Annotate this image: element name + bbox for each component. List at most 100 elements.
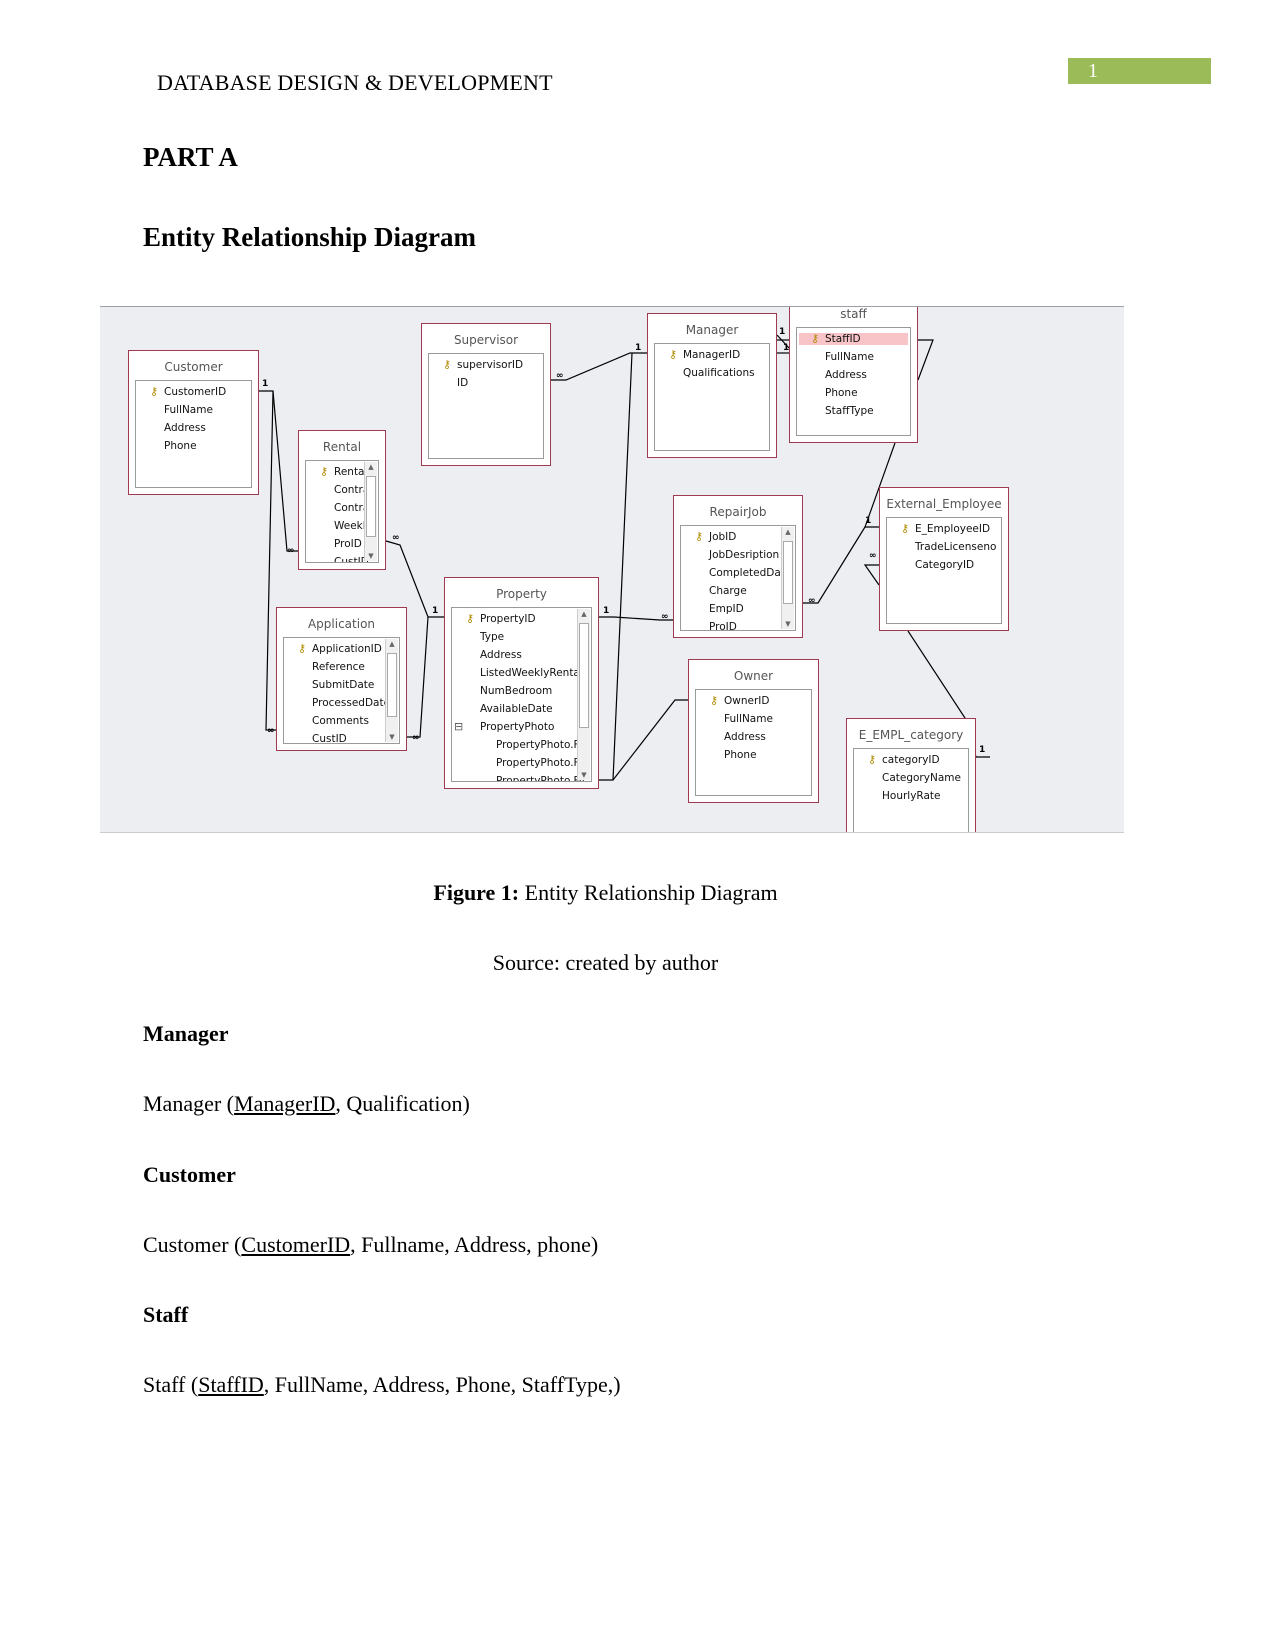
- field-custid[interactable]: CustID: [312, 733, 347, 743]
- relation-prefix: Manager (: [143, 1091, 235, 1116]
- entity-property[interactable]: Property PropertyID ⚷ Type Address ListedWeek…: [444, 577, 599, 789]
- scrollbar[interactable]: ▲ ▼: [781, 527, 794, 629]
- field-phone[interactable]: Phone: [724, 749, 757, 761]
- field-jobdesription[interactable]: JobDesription: [709, 549, 779, 561]
- scroll-up-icon[interactable]: ▲: [578, 610, 590, 618]
- primary-key-icon: ⚷: [901, 522, 910, 535]
- field-stafftype[interactable]: StaffType: [825, 405, 874, 417]
- field-propertyphoto[interactable]: PropertyPhoto: [480, 721, 554, 733]
- field-address[interactable]: Address: [724, 731, 766, 743]
- entity-title: Rental: [322, 440, 362, 454]
- figure-label: Figure 1:: [433, 880, 520, 905]
- cardinality-many: ∞: [869, 551, 877, 561]
- cardinality-one: 1: [603, 606, 609, 616]
- field-numbedroom[interactable]: NumBedroom: [480, 685, 552, 697]
- primary-key: CustomerID: [241, 1232, 351, 1257]
- field-processeddate[interactable]: ProcessedDate: [312, 697, 390, 709]
- field-tradelicenseno[interactable]: TradeLicenseno: [915, 541, 996, 553]
- scrollbar[interactable]: ▲ ▼: [385, 639, 398, 742]
- field-propertyphoto-fil[interactable]: PropertyPhoto.Fil: [496, 775, 585, 781]
- field-availabledate[interactable]: AvailableDate: [480, 703, 553, 715]
- entity-staff[interactable]: staff StaffID ⚷ FullName Address Phone StaffTy…: [789, 307, 918, 443]
- field-list: ApplicationID ⚷ Reference SubmitDate Process…: [283, 637, 400, 744]
- scrollbar[interactable]: ▲ ▼: [364, 462, 377, 561]
- field-categoryid[interactable]: categoryID: [882, 754, 940, 766]
- relationship-line-application-property: [407, 616, 429, 738]
- scrollbar[interactable]: ▲ ▼: [577, 609, 590, 780]
- field-propertyphoto-fil[interactable]: PropertyPhoto.Fil: [496, 739, 585, 751]
- field-supervisorid[interactable]: supervisorID: [457, 359, 523, 371]
- field-comments[interactable]: Comments: [312, 715, 369, 727]
- field-weekl[interactable]: Weekl: [334, 520, 366, 532]
- entity-rental[interactable]: Rental Rental ⚷ Contra Contra Weekl ProID CustI…: [298, 430, 386, 570]
- field-address[interactable]: Address: [164, 422, 206, 434]
- scroll-thumb[interactable]: [387, 653, 397, 717]
- field-propertyphoto-fil[interactable]: PropertyPhoto.Fil: [496, 757, 585, 769]
- field-rental[interactable]: Rental: [334, 466, 367, 478]
- scroll-up-icon[interactable]: ▲: [386, 640, 398, 648]
- primary-key-icon: ⚷: [868, 753, 877, 766]
- field-fullname[interactable]: FullName: [164, 404, 213, 416]
- scroll-down-icon[interactable]: ▼: [782, 620, 794, 628]
- collapse-icon[interactable]: ⊟: [454, 720, 463, 733]
- field-id[interactable]: ID: [457, 377, 468, 389]
- field-proid[interactable]: ProID: [334, 538, 362, 550]
- scroll-down-icon[interactable]: ▼: [578, 771, 590, 779]
- field-hourlyrate[interactable]: HourlyRate: [882, 790, 941, 802]
- field-submitdate[interactable]: SubmitDate: [312, 679, 374, 691]
- er-diagram: 1 ∞ ∞ ∞ ∞ 1 ∞ 1 1 ∞ 1 1 ∞ ∞ 1 1 Customer CustomerID ⚷ Full…: [100, 296, 1124, 839]
- field-qualifications[interactable]: Qualifications: [683, 367, 755, 379]
- figure-title: Entity Relationship Diagram: [519, 880, 778, 905]
- scroll-down-icon[interactable]: ▼: [386, 733, 398, 741]
- scroll-down-icon[interactable]: ▼: [365, 552, 377, 560]
- field-fullname[interactable]: FullName: [724, 713, 773, 725]
- entity-application[interactable]: Application ApplicationID ⚷ Reference Submit…: [276, 607, 407, 751]
- entity-title: E_EMPL_category: [858, 728, 964, 742]
- field-e-employeeid[interactable]: E_EmployeeID: [915, 523, 990, 535]
- field-reference[interactable]: Reference: [312, 661, 365, 673]
- field-address[interactable]: Address: [480, 649, 522, 661]
- field-jobid[interactable]: JobID: [709, 531, 736, 543]
- field-managerid[interactable]: ManagerID: [683, 349, 740, 361]
- scroll-thumb[interactable]: [579, 623, 589, 728]
- field-proid[interactable]: ProID: [709, 621, 737, 630]
- scroll-thumb[interactable]: [366, 476, 376, 538]
- relation-manager: Manager (ManagerID, Qualification): [143, 1091, 470, 1117]
- entity-customer[interactable]: Customer CustomerID ⚷ FullName Address Phone: [128, 350, 259, 495]
- field-address[interactable]: Address: [825, 369, 867, 381]
- entity-manager[interactable]: Manager ManagerID ⚷ Qualifications: [647, 313, 777, 458]
- field-categoryname[interactable]: CategoryName: [882, 772, 961, 784]
- primary-key-icon: ⚷: [298, 642, 307, 655]
- cardinality-one: 1: [979, 745, 985, 755]
- field-propertyid[interactable]: PropertyID: [480, 613, 536, 625]
- field-list: Rental ⚷ Contra Contra Weekl ProID CustID ▲ ▼: [305, 460, 379, 563]
- field-listedweeklyrental[interactable]: ListedWeeklyRental: [480, 667, 583, 679]
- field-customerid[interactable]: CustomerID: [164, 386, 226, 398]
- scroll-thumb[interactable]: [783, 541, 793, 605]
- field-list: categoryID ⚷ CategoryName HourlyRate: [853, 748, 969, 832]
- cardinality-many: ∞: [267, 726, 275, 736]
- entity-title: staff: [840, 307, 867, 321]
- field-type[interactable]: Type: [480, 631, 504, 643]
- entity-repairjob[interactable]: RepairJob JobID ⚷ JobDesription CompletedDat…: [673, 495, 803, 638]
- entity-supervisor[interactable]: Supervisor supervisorID ⚷ ID: [421, 323, 551, 466]
- field-phone[interactable]: Phone: [164, 440, 197, 452]
- scroll-up-icon[interactable]: ▲: [782, 528, 794, 536]
- field-ownerid[interactable]: OwnerID: [724, 695, 769, 707]
- entity-e-empl-category[interactable]: E_EMPL_category categoryID ⚷ CategoryName Ho…: [846, 718, 976, 832]
- field-empid[interactable]: EmpID: [709, 603, 744, 615]
- field-fullname[interactable]: FullName: [825, 351, 874, 363]
- entity-title: Customer: [164, 360, 223, 374]
- field-phone[interactable]: Phone: [825, 387, 858, 399]
- field-charge[interactable]: Charge: [709, 585, 747, 597]
- cardinality-many: ∞: [808, 596, 816, 606]
- relationship-line-property-owner: [612, 699, 688, 781]
- field-completeddate[interactable]: CompletedDate: [709, 567, 791, 579]
- field-applicationid[interactable]: ApplicationID: [312, 643, 382, 655]
- primary-key-icon: ⚷: [443, 358, 452, 371]
- cardinality-one: 1: [432, 606, 438, 616]
- scroll-up-icon[interactable]: ▲: [365, 463, 377, 471]
- entity-external-employee[interactable]: External_Employee E_EmployeeID ⚷ TradeLicen…: [879, 487, 1009, 631]
- field-categoryid[interactable]: CategoryID: [915, 559, 974, 571]
- entity-owner[interactable]: Owner OwnerID ⚷ FullName Address Phone: [688, 659, 819, 803]
